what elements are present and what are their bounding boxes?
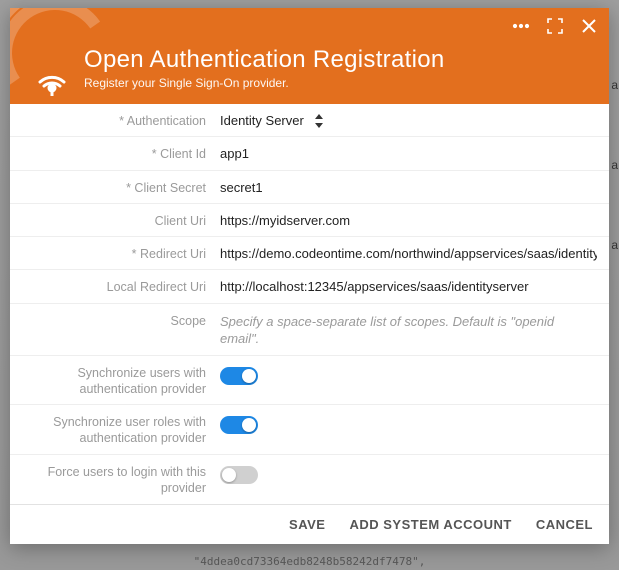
field-label: Client Uri (10, 211, 220, 229)
field-value: https://myidserver.com (220, 211, 597, 228)
field-placeholder: Specify a space-separate list of scopes.… (220, 311, 597, 348)
dropdown-icon[interactable] (314, 114, 324, 128)
field-value: app1 (220, 144, 597, 161)
modal-header: Open Authentication Registration Registe… (10, 8, 609, 104)
field-label: Local Redirect Uri (10, 277, 220, 295)
field-label: Synchronize users with authentication pr… (10, 363, 220, 398)
field-scope[interactable]: Scope Specify a space-separate list of s… (10, 304, 609, 356)
field-authentication[interactable]: * Authentication Identity Server (10, 104, 609, 137)
toggle-sync-users[interactable] (220, 367, 258, 385)
field-label: Scope (10, 311, 220, 329)
form-body: * Authentication Identity Server * Clien… (10, 104, 609, 504)
field-value: secret1 (220, 178, 597, 195)
field-sync-users: Synchronize users with authentication pr… (10, 356, 609, 406)
field-label: Synchronize user roles with authenticati… (10, 412, 220, 447)
field-value: https://demo.codeontime.com/northwind/ap… (220, 244, 597, 261)
field-redirect-uri[interactable]: * Redirect Uri https://demo.codeontime.c… (10, 237, 609, 270)
toggle-sync-roles[interactable] (220, 416, 258, 434)
field-force-login: Force users to login with this provider (10, 455, 609, 504)
cancel-button[interactable]: CANCEL (536, 517, 593, 532)
field-label: * Redirect Uri (10, 244, 220, 262)
modal-subtitle: Register your Single Sign-On provider. (84, 76, 595, 90)
field-label: Force users to login with this provider (10, 462, 220, 497)
modal-footer: SAVE ADD SYSTEM ACCOUNT CANCEL (10, 504, 609, 544)
auth-registration-modal: Open Authentication Registration Registe… (10, 8, 609, 544)
field-value: Identity Server (220, 113, 304, 128)
field-sync-roles: Synchronize user roles with authenticati… (10, 405, 609, 455)
broadcast-icon (30, 52, 74, 96)
field-client-uri[interactable]: Client Uri https://myidserver.com (10, 204, 609, 237)
field-client-secret[interactable]: * Client Secret secret1 (10, 171, 609, 204)
modal-title: Open Authentication Registration (84, 46, 595, 74)
toggle-force-login[interactable] (220, 466, 258, 484)
field-label: * Client Secret (10, 178, 220, 196)
field-local-redirect-uri[interactable]: Local Redirect Uri http://localhost:1234… (10, 270, 609, 303)
field-label: * Client Id (10, 144, 220, 162)
add-system-account-button[interactable]: ADD SYSTEM ACCOUNT (349, 517, 511, 532)
field-label: * Authentication (10, 111, 220, 129)
field-client-id[interactable]: * Client Id app1 (10, 137, 609, 170)
save-button[interactable]: SAVE (289, 517, 325, 532)
field-value: http://localhost:12345/appservices/saas/… (220, 277, 597, 294)
